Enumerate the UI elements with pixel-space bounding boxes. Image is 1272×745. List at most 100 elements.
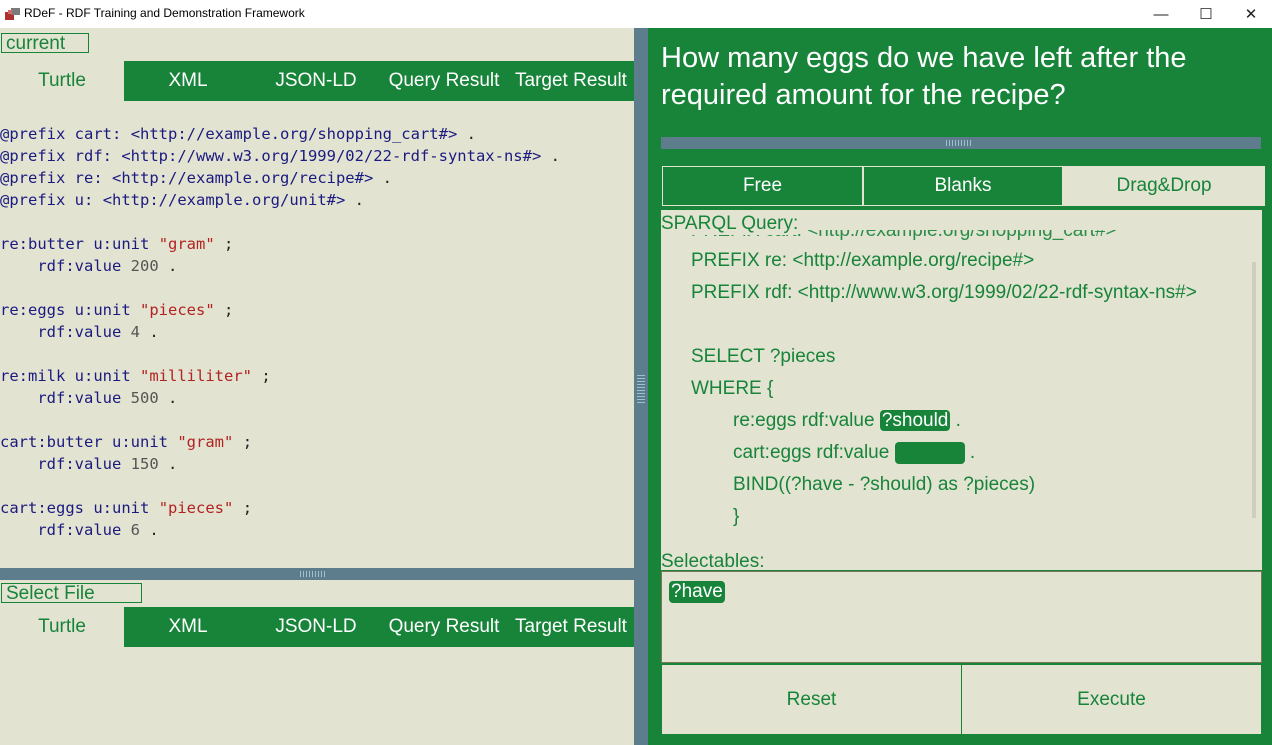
terminator: . (168, 257, 178, 275)
tab-turtle-bottom[interactable]: Turtle (0, 607, 124, 647)
tab-free[interactable]: Free (662, 166, 863, 206)
sparql-query-area[interactable]: PREFIX cart: <http://example.org/shoppin… (661, 210, 1262, 570)
terminator: . (382, 169, 392, 187)
question-text: How many eggs do we have left after the … (661, 42, 1187, 111)
close-button[interactable]: ✕ (1228, 0, 1272, 28)
code-line: re:butter u:unit "gram" ; (0, 233, 632, 255)
tab-target-result-bottom[interactable]: Target Result (508, 607, 634, 647)
top-format-tabs: Turtle XML JSON-LD Query Result Target R… (0, 61, 634, 101)
code-line: re:eggs u:unit "pieces" ; (0, 299, 632, 321)
query-prefix-re: PREFIX re: <http://example.org/recipe#> (691, 250, 1035, 271)
code-line: cart:butter u:unit "gram" ; (0, 431, 632, 453)
tab-xml-top[interactable]: XML (126, 61, 250, 101)
separator: ; (242, 433, 253, 451)
prefix-keyword: @prefix (0, 125, 66, 143)
triple-predicate: rdf:value (37, 323, 122, 341)
tab-drag-drop[interactable]: Drag&Drop (1063, 166, 1265, 206)
terminator: . (168, 455, 178, 473)
terminator: . (149, 521, 159, 539)
minimize-button[interactable]: — (1138, 0, 1184, 28)
terminator: . (969, 442, 976, 464)
triple-subject: cart:butter (0, 433, 103, 451)
prefix-name: u: (74, 191, 94, 209)
tab-jsonld-bottom[interactable]: JSON-LD (252, 607, 380, 647)
triple-subject: re:butter (0, 235, 84, 253)
tab-jsonld-top[interactable]: JSON-LD (252, 61, 380, 101)
code-line: @prefix re: <http://example.org/recipe#>… (0, 167, 632, 189)
drop-target-blank[interactable] (894, 442, 965, 464)
code-line: @prefix cart: <http://example.org/shoppi… (0, 123, 632, 145)
tab-blanks[interactable]: Blanks (863, 166, 1063, 206)
prefix-uri: <http://example.org/shopping_cart#> (130, 125, 458, 143)
prefix-name: rdf: (74, 147, 112, 165)
splitter-grip-icon (300, 571, 326, 577)
selectables-area[interactable]: ?have (661, 571, 1262, 663)
triple-value: 4 (130, 323, 141, 341)
triple-subject: re:eggs (0, 301, 66, 319)
tab-query-result-bottom[interactable]: Query Result (382, 607, 506, 647)
reset-button[interactable]: Reset (661, 664, 962, 735)
tab-target-result-top[interactable]: Target Result (508, 61, 634, 101)
selectables-label: Selectables: (661, 551, 765, 572)
triple-predicate: u:unit (93, 499, 150, 517)
variable-should-chip[interactable]: ?should (879, 410, 951, 431)
splitter-grip-icon (637, 373, 645, 403)
triple-predicate: rdf:value (37, 389, 122, 407)
query-prefix-rdf: PREFIX rdf: <http://www.w3.org/1999/02/2… (691, 282, 1197, 303)
triple-object: "milliliter" (140, 367, 252, 385)
triple-object: "gram" (158, 235, 215, 253)
separator: ; (224, 235, 234, 253)
code-line: rdf:value 500 . (0, 387, 632, 409)
separator: ; (224, 301, 234, 319)
triple-predicate: rdf:value (37, 455, 122, 473)
tab-turtle-top[interactable]: Turtle (0, 61, 124, 101)
code-line: rdf:value 150 . (0, 453, 632, 475)
triple-value: 200 (130, 257, 159, 275)
triple-predicate: rdf:value (37, 257, 122, 275)
query-triple-text: re:eggs rdf:value (733, 410, 875, 431)
maximize-icon: ☐ (1199, 6, 1213, 23)
current-file-label[interactable]: current (1, 33, 89, 54)
prefix-keyword: @prefix (0, 169, 66, 187)
prefix-name: cart: (74, 125, 122, 143)
prefix-name: re: (74, 169, 103, 187)
triple-predicate: rdf:value (37, 521, 122, 539)
select-file-button[interactable]: Select File (1, 583, 142, 604)
prefix-keyword: @prefix (0, 147, 66, 165)
triple-predicate: u:unit (74, 367, 131, 385)
tab-xml-bottom[interactable]: XML (126, 607, 250, 647)
maximize-button[interactable]: ☐ (1183, 0, 1229, 28)
selectable-have-chip[interactable]: ?have (669, 581, 725, 603)
app-icon (5, 8, 20, 20)
terminator: . (955, 410, 961, 431)
code-line: re:milk u:unit "milliliter" ; (0, 365, 632, 387)
triple-value: 150 (130, 455, 159, 473)
tab-query-result-top[interactable]: Query Result (382, 61, 506, 101)
code-line: cart:eggs u:unit "pieces" ; (0, 497, 632, 519)
horizontal-splitter[interactable] (0, 568, 634, 580)
query-bind: BIND((?have - ?should) as ?pieces) (733, 474, 1036, 495)
question-splitter[interactable] (661, 137, 1261, 149)
code-line: rdf:value 6 . (0, 519, 632, 541)
close-icon: ✕ (1244, 6, 1258, 23)
separator: ; (261, 367, 271, 385)
vertical-splitter[interactable] (634, 28, 648, 745)
title-bar: RDeF - RDF Training and Demonstration Fr… (0, 0, 1272, 28)
code-line: rdf:value 200 . (0, 255, 632, 277)
triple-subject: re:milk (0, 367, 66, 385)
triple-predicate: u:unit (112, 433, 168, 451)
triple-predicate: u:unit (93, 235, 150, 253)
prefix-uri: <http://www.w3.org/1999/02/22-rdf-syntax… (121, 147, 542, 165)
triple-object: "pieces" (158, 499, 234, 517)
query-triple-text: cart:eggs rdf:value (733, 442, 890, 464)
turtle-code-view[interactable]: @prefix cart: <http://example.org/shoppi… (0, 101, 632, 557)
query-scrollbar[interactable] (1252, 262, 1256, 518)
triple-predicate: u:unit (74, 301, 131, 319)
terminator: . (550, 147, 560, 165)
execute-button[interactable]: Execute (961, 664, 1262, 735)
code-line: @prefix rdf: <http://www.w3.org/1999/02/… (0, 145, 632, 167)
